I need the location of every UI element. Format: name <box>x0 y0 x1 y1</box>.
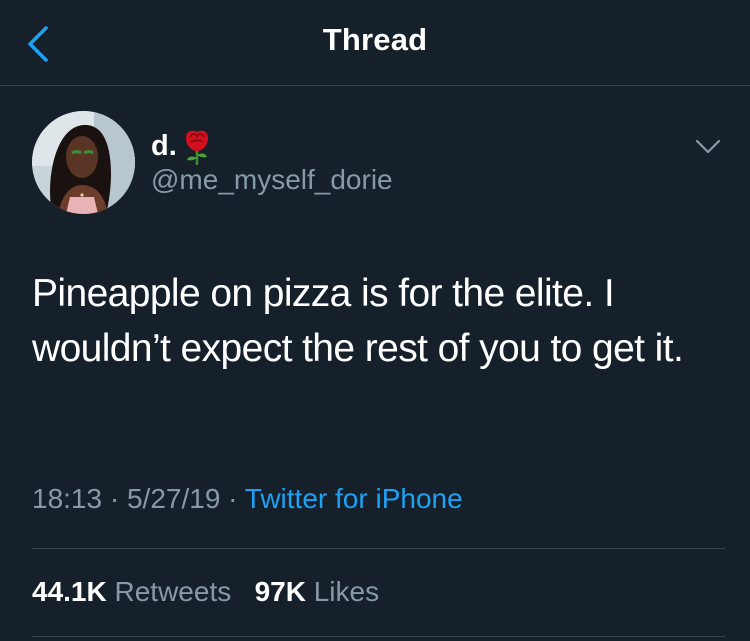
tweet-time: 18:13 <box>32 483 103 514</box>
display-name-text[interactable]: d. <box>151 129 177 163</box>
tweet-source-link[interactable]: Twitter for iPhone <box>245 483 463 514</box>
retweets-count: 44.1K <box>32 576 107 607</box>
retweets-label: Retweets <box>114 576 232 607</box>
chevron-down-icon <box>695 139 721 154</box>
divider <box>32 636 725 637</box>
retweets-stat[interactable]: 44.1K Retweets <box>32 576 239 607</box>
display-name: d. <box>151 126 213 166</box>
tweet-stats: 44.1K Retweets 97K Likes <box>32 576 379 608</box>
divider <box>32 548 725 549</box>
page-title: Thread <box>322 22 428 57</box>
meta-separator: · <box>228 483 238 514</box>
tweet-text: Pineapple on pizza is for the elite. I w… <box>32 272 684 370</box>
likes-label: Likes <box>313 576 380 607</box>
meta-separator: · <box>109 483 120 514</box>
tweet-date: 5/27/19 <box>126 483 221 514</box>
tweet-meta: 18:13 · 5/27/19 · Twitter for iPhone <box>32 483 463 515</box>
avatar[interactable] <box>32 111 135 214</box>
more-options-button[interactable] <box>692 134 724 158</box>
likes-count: 97K <box>254 576 306 607</box>
profile-photo <box>32 111 135 214</box>
user-handle[interactable]: @me_myself_dorie <box>151 164 393 196</box>
top-bar: Thread <box>0 0 750 86</box>
rose-icon <box>181 128 213 166</box>
likes-stat[interactable]: 97K Likes <box>255 576 380 607</box>
